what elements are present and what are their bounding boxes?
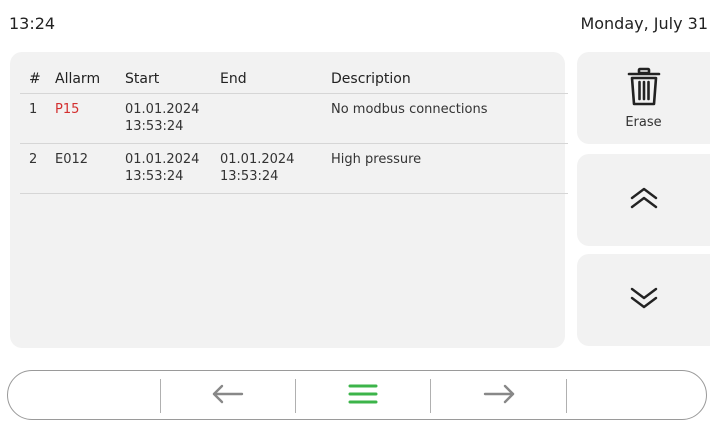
end-datetime: 01.01.2024 13:53:24 — [220, 151, 294, 185]
nav-divider — [566, 379, 567, 413]
header-alarm: Allarm — [55, 71, 101, 87]
start-date: 01.01.2024 — [125, 102, 200, 117]
forward-button[interactable] — [431, 371, 566, 421]
arrow-right-icon — [482, 384, 516, 408]
header-end: End — [220, 71, 247, 87]
table-header: # Allarm Start End Description — [20, 71, 568, 94]
chevron-double-down-icon — [629, 286, 659, 314]
status-bar: 13:24 Monday, July 31 — [0, 0, 710, 44]
trash-icon — [627, 67, 661, 111]
alarm-description: No modbus connections — [331, 102, 488, 117]
row-number: 2 — [29, 152, 38, 167]
row-number: 1 — [29, 102, 38, 117]
alarm-table: # Allarm Start End Description 1 P15 01.… — [10, 52, 568, 348]
back-button[interactable] — [161, 371, 295, 421]
current-date: Monday, July 31 — [580, 14, 708, 33]
bottom-navigation — [7, 370, 707, 420]
erase-label: Erase — [625, 114, 662, 130]
start-datetime: 01.01.2024 13:53:24 — [125, 101, 199, 135]
table-row[interactable]: 2 E012 01.01.2024 13:53:24 01.01.2024 13… — [20, 151, 568, 194]
alarm-code: E012 — [55, 152, 89, 167]
end-date: 01.01.2024 — [220, 152, 295, 167]
menu-button[interactable] — [296, 371, 430, 421]
end-time: 13:53:24 — [220, 169, 279, 184]
header-description: Description — [331, 71, 411, 87]
clock-time: 13:24 — [9, 14, 56, 33]
start-date: 01.01.2024 — [125, 152, 200, 167]
header-number: # — [29, 71, 41, 87]
scroll-up-button[interactable] — [577, 154, 710, 246]
scroll-down-button[interactable] — [577, 254, 710, 346]
chevron-double-up-icon — [629, 186, 659, 214]
header-start: Start — [125, 71, 160, 87]
start-time: 13:53:24 — [125, 119, 184, 134]
start-time: 13:53:24 — [125, 169, 184, 184]
erase-button[interactable]: Erase — [577, 52, 710, 144]
start-datetime: 01.01.2024 13:53:24 — [125, 151, 199, 185]
table-row[interactable]: 1 P15 01.01.2024 13:53:24 No modbus conn… — [20, 101, 568, 144]
menu-icon — [347, 383, 379, 409]
alarm-code: P15 — [55, 102, 80, 117]
alarm-description: High pressure — [331, 152, 422, 167]
arrow-left-icon — [211, 384, 245, 408]
